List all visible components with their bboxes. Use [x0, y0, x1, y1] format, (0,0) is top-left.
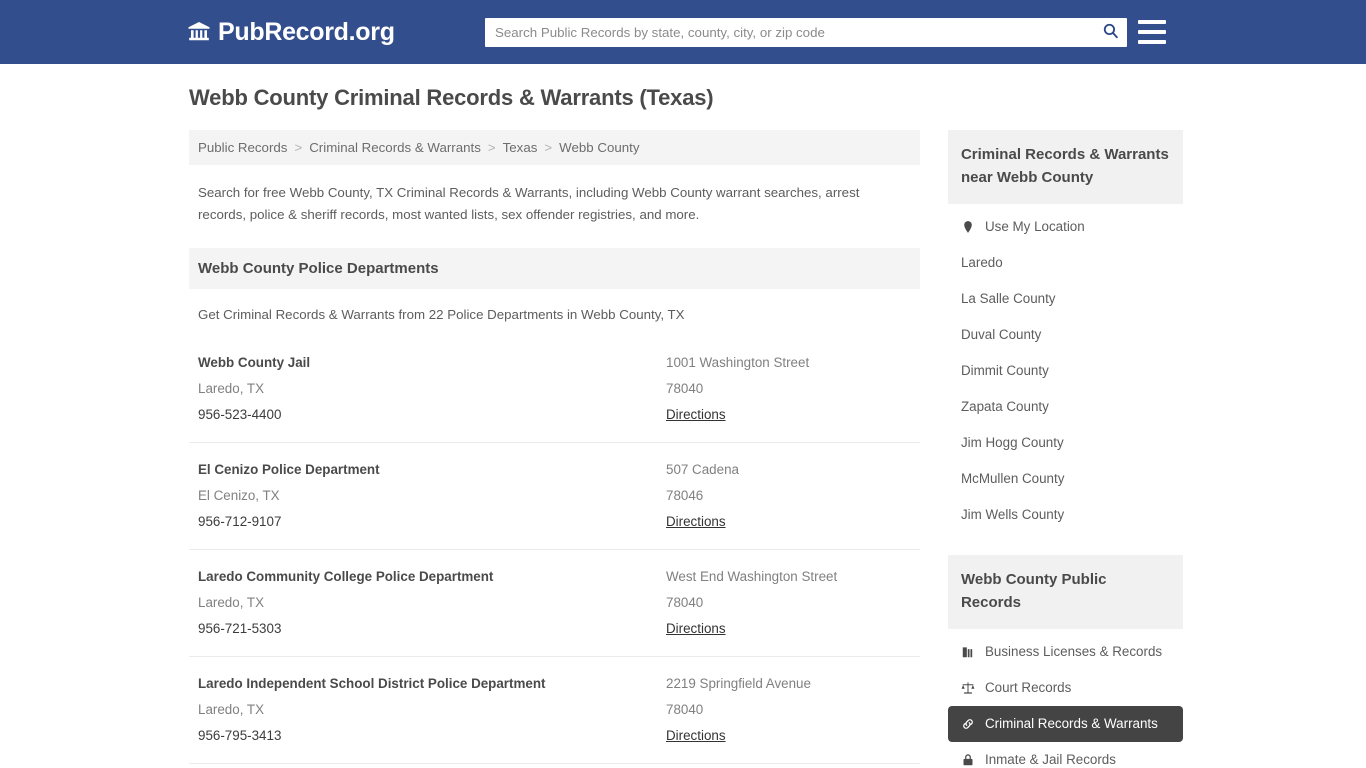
sidebar-item-business-licenses[interactable]: Business Licenses & Records — [948, 629, 1183, 670]
directions-link[interactable]: Directions — [666, 723, 726, 749]
sidebar-public-records-heading: Webb County Public Records — [947, 555, 1183, 629]
listing-zip: 78040 — [666, 381, 704, 396]
breadcrumb-item-webb-county[interactable]: Webb County — [559, 140, 639, 155]
table-row: Laredo International Airport Police Depa… — [189, 764, 920, 768]
listing-name: Laredo Community College Police Departme… — [198, 569, 494, 584]
bank-building-icon — [187, 20, 211, 44]
sidebar-item-label: Business Licenses & Records — [984, 644, 1163, 659]
listing-phone: 956-721-5303 — [198, 621, 282, 636]
sidebar-item-jim-wells-county[interactable]: Jim Wells County — [948, 497, 1183, 533]
page-container: Webb County Criminal Records & Warrants … — [183, 64, 1183, 768]
listing-city: Laredo, TX — [198, 595, 265, 610]
sidebar-item-la-salle-county[interactable]: La Salle County — [948, 281, 1183, 317]
breadcrumb-item-texas[interactable]: Texas — [503, 140, 538, 155]
sidebar-item-use-my-location[interactable]: Use My Location — [948, 204, 1183, 245]
directions-link[interactable]: Directions — [666, 616, 726, 642]
sidebar-item-label: Dimmit County — [960, 363, 1049, 378]
sidebar-item-label: Jim Wells County — [960, 507, 1065, 522]
sidebar-item-label: La Salle County — [960, 291, 1056, 306]
listing-zip: 78040 — [666, 595, 704, 610]
sidebar-item-dimmit-county[interactable]: Dimmit County — [948, 353, 1183, 389]
balance-scale-icon — [961, 681, 976, 696]
site-logo-text: PubRecord.org — [218, 17, 395, 46]
search-bar — [485, 17, 1127, 47]
listing-phone: 956-795-3413 — [198, 728, 282, 743]
table-row: Laredo Independent School District Polic… — [189, 657, 920, 764]
breadcrumb-separator: > — [294, 140, 303, 155]
sidebar-item-label: Inmate & Jail Records — [984, 752, 1116, 767]
main-content: Public Records > Criminal Records & Warr… — [189, 130, 920, 768]
sidebar-item-label: Laredo — [960, 255, 1003, 270]
table-row: El Cenizo Police Department El Cenizo, T… — [189, 443, 920, 550]
sidebar-item-criminal-records[interactable]: Criminal Records & Warrants — [947, 706, 1183, 742]
listing-city: El Cenizo, TX — [198, 488, 280, 503]
search-button[interactable] — [1093, 19, 1127, 46]
search-input[interactable] — [485, 18, 1093, 46]
table-row: Webb County Jail Laredo, TX 956-523-4400… — [189, 336, 920, 443]
lock-icon — [961, 753, 976, 768]
sidebar-item-zapata-county[interactable]: Zapata County — [948, 389, 1183, 425]
sidebar-nearby-heading: Criminal Records & Warrants near Webb Co… — [947, 130, 1183, 204]
breadcrumb-separator: > — [487, 140, 496, 155]
sidebar-item-label: Jim Hogg County — [960, 435, 1064, 450]
listings-table: Webb County Jail Laredo, TX 956-523-4400… — [189, 336, 920, 768]
sidebar-nearby-list: Use My Location Laredo La Salle County D… — [948, 204, 1183, 533]
sidebar-item-label: Duval County — [960, 327, 1042, 342]
section-heading: Webb County Police Departments — [189, 248, 920, 289]
listing-name: Webb County Jail — [198, 355, 311, 370]
listing-zip: 78040 — [666, 702, 704, 717]
listing-address: 2219 Springfield Avenue — [666, 676, 811, 691]
listing-phone: 956-712-9107 — [198, 514, 282, 529]
handcuffs-icon — [961, 717, 976, 732]
sidebar-public-records-list: Business Licenses & Records Court Record… — [947, 629, 1183, 768]
breadcrumb-item-criminal-records[interactable]: Criminal Records & Warrants — [309, 140, 481, 155]
listing-name: El Cenizo Police Department — [198, 462, 380, 477]
sidebar-item-label: Criminal Records & Warrants — [984, 716, 1158, 731]
sidebar-item-laredo[interactable]: Laredo — [948, 245, 1183, 281]
table-row: Laredo Community College Police Departme… — [189, 550, 920, 657]
directions-link[interactable]: Directions — [666, 402, 726, 428]
breadcrumb-separator: > — [544, 140, 553, 155]
search-icon — [1102, 22, 1119, 42]
briefcase-icon — [961, 645, 976, 660]
listing-city: Laredo, TX — [198, 381, 265, 396]
breadcrumb-item-public-records[interactable]: Public Records — [198, 140, 287, 155]
listing-address: West End Washington Street — [666, 569, 838, 584]
listing-address: 1001 Washington Street — [666, 355, 810, 370]
map-pin-icon — [961, 220, 976, 235]
sidebar-item-label: Court Records — [984, 680, 1072, 695]
listing-city: Laredo, TX — [198, 702, 265, 717]
sidebar-item-label: McMullen County — [960, 471, 1065, 486]
sidebar-item-label: Use My Location — [984, 219, 1085, 234]
listing-phone: 956-523-4400 — [198, 407, 282, 422]
hamburger-menu-icon[interactable] — [1138, 20, 1166, 44]
listing-zip: 78046 — [666, 488, 704, 503]
listing-name: Laredo Independent School District Polic… — [198, 676, 546, 691]
directions-link[interactable]: Directions — [666, 509, 726, 535]
sidebar-item-duval-county[interactable]: Duval County — [948, 317, 1183, 353]
intro-description: Search for free Webb County, TX Criminal… — [198, 185, 860, 222]
sidebar-item-court-records[interactable]: Court Records — [948, 670, 1183, 706]
sidebar-item-jim-hogg-county[interactable]: Jim Hogg County — [948, 425, 1183, 461]
section-subheading: Get Criminal Records & Warrants from 22 … — [198, 307, 685, 322]
sidebar: Criminal Records & Warrants near Webb Co… — [947, 130, 1183, 768]
sidebar-item-inmate-jail-records[interactable]: Inmate & Jail Records — [948, 742, 1183, 768]
sidebar-item-label: Zapata County — [960, 399, 1049, 414]
site-header: PubRecord.org — [0, 0, 1366, 64]
site-logo[interactable]: PubRecord.org — [187, 17, 395, 46]
breadcrumb: Public Records > Criminal Records & Warr… — [189, 130, 920, 165]
sidebar-item-mcmullen-county[interactable]: McMullen County — [948, 461, 1183, 497]
listing-address: 507 Cadena — [666, 462, 739, 477]
page-title: Webb County Criminal Records & Warrants … — [189, 85, 714, 110]
